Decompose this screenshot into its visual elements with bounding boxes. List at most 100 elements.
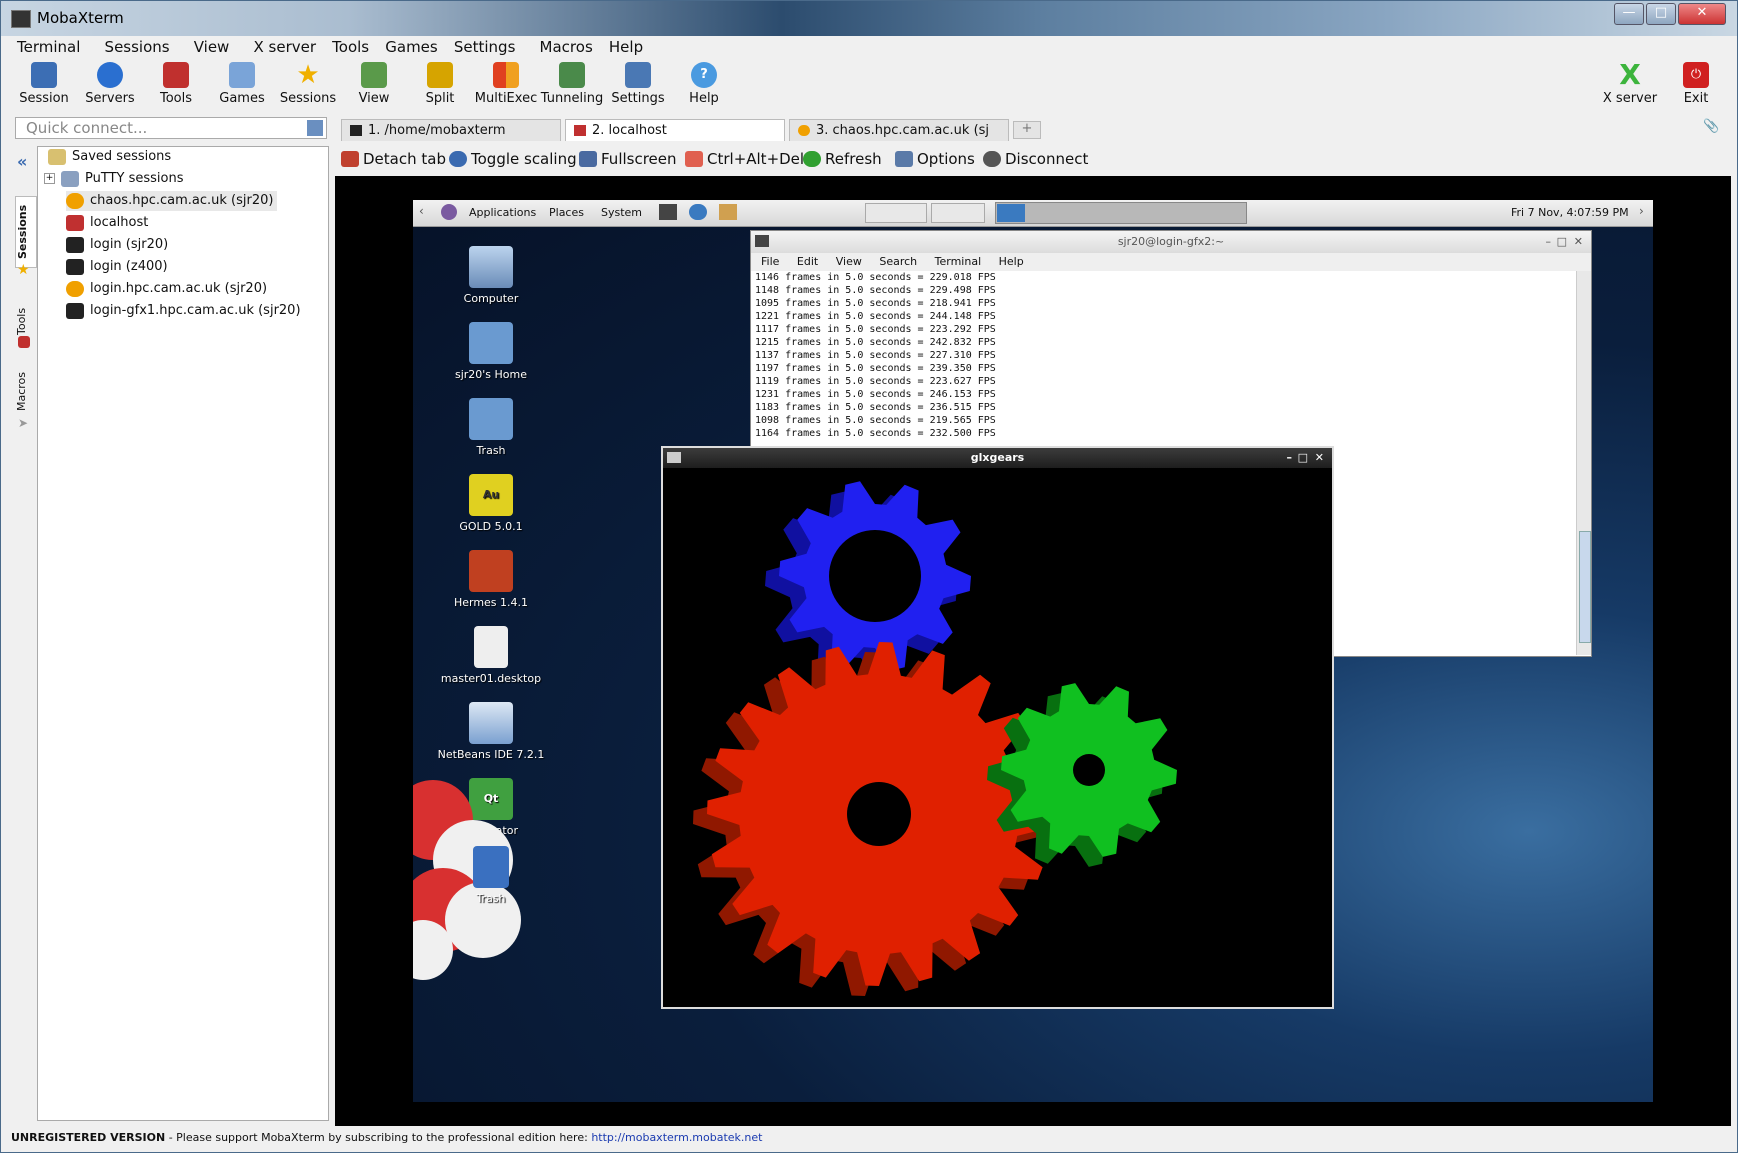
menu-view[interactable]: View (188, 36, 236, 58)
refresh-button[interactable]: Refresh (801, 147, 882, 171)
options-button[interactable]: Options (893, 147, 975, 171)
tree-item-login-hpc[interactable]: login.hpc.cam.ac.uk (sjr20) (66, 279, 267, 299)
tools-button[interactable]: Tools (143, 58, 209, 106)
close-button[interactable]: ✕ (1678, 3, 1726, 25)
status-text: - Please support MobaXterm by subscribin… (165, 1131, 592, 1144)
scrollbar-thumb[interactable] (1579, 531, 1591, 643)
panel-clock[interactable]: Fri 7 Nov, 4:07:59 PM (1511, 206, 1629, 219)
maximize-button[interactable]: □ (1646, 3, 1676, 25)
term-menu-search[interactable]: Search (879, 255, 917, 268)
tree-item-login-z400[interactable]: login (z400) (66, 257, 168, 277)
terminal-launcher-icon[interactable] (659, 204, 677, 220)
settings-button[interactable]: Settings (605, 58, 671, 106)
panel-right-arrow[interactable]: › (1639, 204, 1644, 218)
ctrl-alt-del-button[interactable]: Ctrl+Alt+Del (683, 147, 804, 171)
tab-localhost[interactable]: 2. localhost (565, 119, 785, 141)
tree-item-chaos[interactable]: chaos.hpc.cam.ac.uk (sjr20) (66, 191, 278, 211)
games-button[interactable]: Games (209, 58, 275, 106)
menu-places[interactable]: Places (549, 206, 584, 219)
session-button[interactable]: Session (11, 58, 77, 106)
menu-sessions[interactable]: Sessions (99, 36, 176, 58)
tree-item-login-gfx1[interactable]: login-gfx1.hpc.cam.ac.uk (sjr20) (66, 301, 301, 321)
taskbar-glxgears-button[interactable] (931, 203, 985, 223)
desktop-icon-home[interactable]: sjr20's Home (435, 322, 547, 381)
desktop-icon-master01[interactable]: master01.desktop (435, 626, 547, 685)
workspace-switcher[interactable] (995, 202, 1247, 224)
help-button[interactable]: ? Help (671, 58, 737, 106)
terminal-line: 1221 frames in 5.0 seconds = 244.148 FPS (755, 311, 996, 322)
taskbar-terminal-button[interactable] (865, 203, 927, 223)
glxgears-minimize[interactable]: – (1287, 448, 1293, 468)
terminal-icon (66, 236, 84, 253)
quick-connect-icon[interactable] (307, 120, 323, 136)
term-menu-help[interactable]: Help (999, 255, 1024, 268)
multiexec-label: MultiExec (474, 91, 538, 106)
keyboard-icon (685, 151, 703, 167)
tree-item-localhost[interactable]: localhost (66, 213, 148, 233)
menu-settings[interactable]: Settings (448, 36, 522, 58)
attach-icon[interactable]: 📎 (1703, 119, 1719, 135)
notes-launcher-icon[interactable] (719, 204, 737, 220)
browser-launcher-icon[interactable] (689, 204, 707, 220)
expand-icon[interactable]: + (44, 173, 55, 184)
term-menu-edit[interactable]: Edit (797, 255, 818, 268)
terminal-close[interactable]: ✕ (1574, 231, 1583, 253)
status-link[interactable]: http://mobaxterm.mobatek.net (591, 1131, 762, 1144)
vnc-viewer[interactable]: ‹ Applications Places System Fri 7 Nov, … (335, 176, 1731, 1126)
terminal-maximize[interactable]: □ (1557, 231, 1567, 253)
toggle-scaling-button[interactable]: Toggle scaling (447, 147, 577, 171)
x-server-button[interactable]: XX server (1597, 58, 1663, 107)
menu-applications[interactable]: Applications (469, 206, 536, 219)
glxgears-window[interactable]: glxgears – □ ✕ (661, 446, 1334, 1009)
new-tab-button[interactable]: + (1013, 121, 1041, 139)
menu-games[interactable]: Games (379, 36, 443, 58)
disconnect-button[interactable]: Disconnect (981, 147, 1088, 171)
menu-system[interactable]: System (601, 206, 642, 219)
collapse-icon[interactable]: « (17, 152, 27, 171)
exit-button[interactable]: ⏻ Exit (1663, 58, 1729, 106)
desktop-icon-computer[interactable]: Computer (435, 246, 547, 305)
terminal-line: 1117 frames in 5.0 seconds = 223.292 FPS (755, 324, 996, 335)
quick-connect-input[interactable]: Quick connect... (15, 117, 327, 139)
servers-button[interactable]: Servers (77, 58, 143, 106)
sessions-button[interactable]: ★ Sessions (275, 58, 341, 106)
tree-item-login-sjr20[interactable]: login (sjr20) (66, 235, 168, 255)
panel-left-arrow[interactable]: ‹ (419, 204, 424, 218)
tree-root[interactable]: Saved sessions (48, 147, 171, 167)
tunneling-button[interactable]: Tunneling (539, 58, 605, 106)
menu-macros[interactable]: Macros (534, 36, 599, 58)
term-menu-view[interactable]: View (836, 255, 862, 268)
view-button[interactable]: View (341, 58, 407, 106)
split-button[interactable]: Split (407, 58, 473, 106)
menu-x-server[interactable]: X server (247, 36, 322, 58)
games-label: Games (219, 91, 265, 106)
tab-chaos[interactable]: 3. chaos.hpc.cam.ac.uk (sj (789, 119, 1009, 141)
menu-terminal[interactable]: Terminal (11, 36, 86, 58)
desktop-icon-hermes[interactable]: Hermes 1.4.1 (435, 550, 547, 609)
desktop-icon-netbeans[interactable]: NetBeans IDE 7.2.1 (435, 702, 547, 761)
term-menu-file[interactable]: File (761, 255, 779, 268)
glxgears-maximize[interactable]: □ (1298, 448, 1308, 468)
remote-desktop[interactable]: ‹ Applications Places System Fri 7 Nov, … (413, 200, 1653, 1102)
tab-macros[interactable]: Macros (15, 361, 35, 421)
fullscreen-button[interactable]: Fullscreen (577, 147, 677, 171)
menu-help[interactable]: Help (603, 36, 649, 58)
tab-home-mobaxterm[interactable]: 1. /home/mobaxterm (341, 119, 561, 141)
workspace-active[interactable] (997, 204, 1025, 222)
term-menu-terminal[interactable]: Terminal (935, 255, 982, 268)
glxgears-close[interactable]: ✕ (1315, 448, 1324, 468)
status-bar: UNREGISTERED VERSION - Please support Mo… (11, 1128, 1729, 1148)
detach-tab-button[interactable]: Detach tab (339, 147, 446, 171)
terminal-output[interactable]: 1146 frames in 5.0 seconds = 229.018 FPS… (751, 271, 1591, 440)
desktop-icon-trash-bin[interactable]: Trash (435, 846, 547, 905)
minimize-button[interactable]: — (1614, 3, 1644, 25)
desktop-icon-trash[interactable]: Trash (435, 398, 547, 457)
desktop-icon-gold[interactable]: Au GOLD 5.0.1 (435, 474, 547, 533)
terminal-minimize[interactable]: – (1546, 231, 1552, 253)
terminal-scrollbar[interactable] (1576, 271, 1591, 655)
tree-folder-putty[interactable]: + PuTTY sessions (44, 169, 183, 189)
menu-tools[interactable]: Tools (326, 36, 375, 58)
multiexec-button[interactable]: MultiExec (473, 58, 539, 106)
tab-sessions[interactable]: Sessions (15, 196, 37, 268)
hermes-icon (469, 550, 513, 592)
